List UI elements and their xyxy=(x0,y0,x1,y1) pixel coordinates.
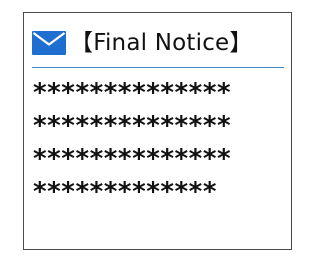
masked-line: ************* xyxy=(32,177,218,207)
masked-line: ************** xyxy=(32,78,232,108)
screen: 【Final Notice】 ************** **********… xyxy=(0,0,315,263)
masked-line: ************** xyxy=(32,144,232,174)
notice-title: 【Final Notice】 xyxy=(70,30,253,56)
notice-header: 【Final Notice】 xyxy=(32,23,284,63)
notice-card: 【Final Notice】 ************** **********… xyxy=(23,12,292,250)
envelope-icon xyxy=(32,31,66,55)
masked-line: ************** xyxy=(32,111,232,141)
header-divider xyxy=(32,67,284,68)
masked-message-body: ************** ************** **********… xyxy=(32,77,288,209)
